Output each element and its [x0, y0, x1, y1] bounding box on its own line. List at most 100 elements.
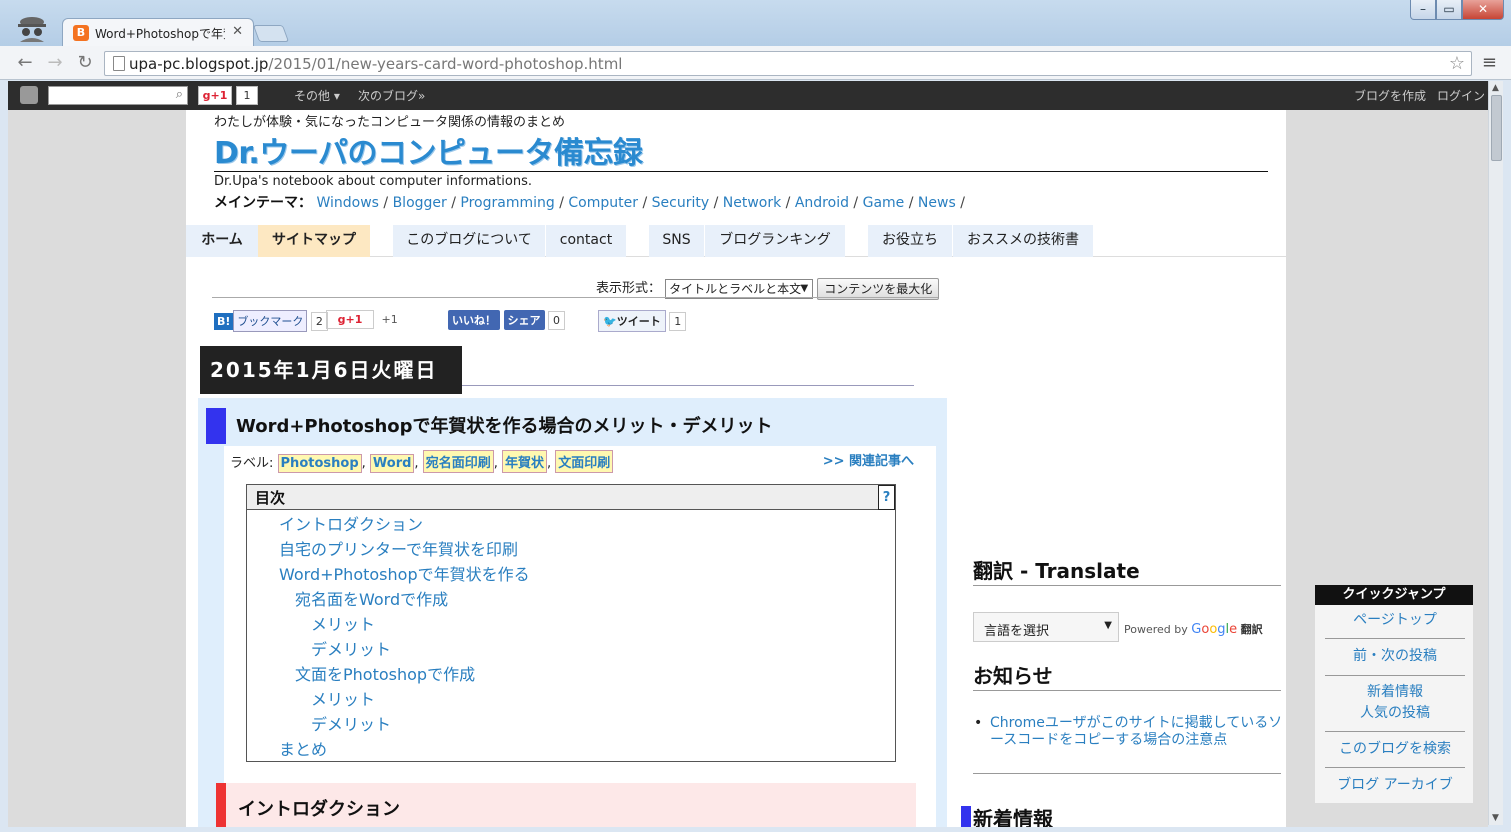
close-window-button[interactable]: ✕ [1462, 0, 1504, 20]
divider [212, 297, 938, 298]
blog-content: わたしが体験・気になったコンピュータ関係の情報のまとめ Dr.ウーパのコンピュー… [186, 110, 1286, 827]
theme-link[interactable]: Game [863, 195, 905, 211]
hatena-bookmark[interactable]: B! ブックマーク 2 [214, 310, 328, 332]
share-count: 0 [548, 311, 565, 330]
toc-item[interactable]: メリット [311, 611, 375, 635]
toc-item[interactable]: デメリット [311, 711, 391, 735]
gplus-share-count: +1 [381, 313, 398, 326]
toc-item[interactable]: 宛名面をWordで作成 [295, 586, 448, 610]
tab-home[interactable]: ホーム [186, 225, 258, 257]
toc-title: 目次 [247, 485, 895, 510]
label-link[interactable]: Photoshop [277, 454, 362, 473]
heading-accent-bar [961, 806, 971, 827]
blogger-logo-icon[interactable] [20, 86, 38, 104]
back-arrow-icon[interactable]: ← [14, 52, 36, 73]
label-link[interactable]: 年賀状 [501, 450, 547, 473]
section-heading-intro: イントロダクション [216, 783, 916, 827]
bullet-icon: • [974, 715, 983, 731]
display-format-select[interactable]: タイトルとラベルと本文 ▼ [665, 278, 814, 299]
facebook-like[interactable]: いいね！ シェア 0 [448, 310, 565, 330]
page-viewport: わたしが体験・気になったコンピュータ関係の情報のまとめ Dr.ウーパのコンピュー… [8, 110, 1488, 827]
menu-icon[interactable]: ≡ [1482, 52, 1497, 73]
close-tab-icon[interactable]: ✕ [232, 24, 243, 39]
theme-link[interactable]: Blogger [393, 195, 447, 211]
tab-about[interactable]: このブログについて [393, 225, 545, 257]
tweet-button[interactable]: 🐦ツイート 1 [598, 310, 687, 332]
sidebar: 翻訳 - Translate 言語を選択 ▼ Powered by Google … [961, 110, 1286, 827]
language-select[interactable]: 言語を選択 ▼ [973, 612, 1119, 642]
tab-title: Word+Photoshopで年賀 [95, 27, 225, 41]
forward-arrow-icon[interactable]: → [44, 52, 66, 73]
blog-title[interactable]: Dr.ウーパのコンピュータ備忘録 [214, 128, 643, 172]
bookmark-star-icon[interactable]: ☆ [1449, 53, 1465, 74]
theme-link[interactable]: Network [723, 195, 781, 211]
scroll-down-icon[interactable]: ▼ [1492, 813, 1499, 823]
heading-accent-bar [216, 783, 226, 827]
post-labels: ラベル: Photoshop, Word, 宛名面印刷, 年賀状, 文面印刷 [230, 450, 614, 473]
reload-icon[interactable]: ↻ [74, 52, 96, 73]
theme-link[interactable]: Computer [568, 195, 638, 211]
quick-jump-title: クイックジャンプ [1315, 585, 1473, 605]
toc-item[interactable]: デメリット [311, 636, 391, 660]
main-themes: メインテーマ： Windows / Blogger / Programming … [214, 195, 965, 211]
related-articles-link[interactable]: >> 関連記事へ [823, 450, 914, 469]
vertical-scrollbar[interactable]: ▲ ▼ [1488, 81, 1503, 825]
theme-link[interactable]: Security [652, 195, 710, 211]
toc-item[interactable]: まとめ [279, 736, 327, 760]
browser-tab[interactable]: B Word+Photoshopで年賀 ✕ [62, 18, 254, 46]
dropdown-arrow-icon: ▼ [800, 282, 809, 294]
minimize-button[interactable]: – [1410, 0, 1436, 20]
new-tab-button[interactable] [252, 25, 290, 42]
label-link[interactable]: Word [369, 454, 415, 473]
maximize-button[interactable]: ▭ [1436, 0, 1462, 20]
create-blog-link[interactable]: ブログを作成 [1354, 87, 1426, 104]
post-container: Word+Photoshopで年賀状を作る場合のメリット・デメリット ラベル: … [198, 398, 947, 827]
tab-ranking[interactable]: ブログランキング [705, 225, 845, 257]
date-underline [462, 385, 914, 386]
toc-item[interactable]: 自宅のプリンターで年賀状を印刷 [279, 536, 518, 560]
next-blog-link[interactable]: 次のブログ» [358, 87, 425, 104]
scrollbar-thumb[interactable] [1491, 95, 1502, 161]
blog-description: Dr.Upa's notebook about computer informa… [214, 174, 533, 189]
tab-sns[interactable]: SNS [649, 225, 704, 257]
post-title[interactable]: Word+Photoshopで年賀状を作る場合のメリット・デメリット [236, 412, 936, 438]
prev-next-post-link[interactable]: 前・次の投稿 [1325, 646, 1465, 666]
login-link[interactable]: ログイン [1437, 87, 1485, 104]
browser-toolbar: ← → ↻ upa-pc.blogspot.jp/2015/01/new-yea… [0, 46, 1511, 80]
tab-sitemap[interactable]: サイトマップ [258, 225, 370, 257]
blog-search-input[interactable]: ⌕ [48, 86, 188, 105]
theme-link[interactable]: Windows [316, 195, 379, 211]
gplus-button[interactable]: g+1 [198, 86, 232, 105]
toc-item[interactable]: 文面をPhotoshopで作成 [295, 661, 475, 685]
notice-link[interactable]: • Chromeユーザがこのサイトに掲載しているソースコードをコピーする場合の注意… [974, 715, 1290, 749]
tab-useful[interactable]: お役立ち [868, 225, 952, 257]
toc-item[interactable]: イントロダクション [279, 511, 423, 535]
toc-item[interactable]: Word+Photoshopで年賀状を作る [279, 561, 530, 585]
scroll-up-icon[interactable]: ▲ [1492, 83, 1499, 93]
theme-link[interactable]: Programming [460, 195, 554, 211]
page-icon [113, 56, 125, 71]
search-icon[interactable]: ⌕ [176, 87, 183, 102]
title-accent-bar [206, 408, 226, 444]
gplus-share[interactable]: g+1 +1 [326, 310, 398, 330]
theme-link[interactable]: Android [795, 195, 849, 211]
blogger-favicon: B [73, 25, 89, 41]
address-bar[interactable]: upa-pc.blogspot.jp/2015/01/new-years-car… [104, 51, 1472, 76]
more-menu[interactable]: その他 ▾ [294, 87, 340, 104]
label-link[interactable]: 文面印刷 [555, 450, 614, 473]
theme-link[interactable]: News [918, 195, 956, 211]
blogger-navbar: ⌕ g+1 1 その他 ▾ 次のブログ» ブログを作成 ログイン [8, 81, 1488, 110]
blog-archive-link[interactable]: ブログ アーカイブ [1325, 775, 1465, 795]
tab-contact[interactable]: contact [546, 225, 626, 257]
url-text: upa-pc.blogspot.jp/2015/01/new-years-car… [129, 55, 623, 73]
facebook-share[interactable]: シェア [503, 310, 545, 330]
label-link[interactable]: 宛名面印刷 [422, 450, 494, 473]
toc-help-button[interactable]: ? [878, 485, 895, 510]
popular-posts-link[interactable]: 人気の投稿 [1325, 703, 1465, 723]
page-top-link[interactable]: ページトップ [1325, 610, 1465, 630]
new-info-heading: 新着情報 [973, 807, 1053, 827]
new-info-link[interactable]: 新着情報 [1325, 682, 1465, 702]
toc-item[interactable]: メリット [311, 686, 375, 710]
post-body: ラベル: Photoshop, Word, 宛名面印刷, 年賀状, 文面印刷 >… [224, 446, 936, 827]
blog-search-link[interactable]: このブログを検索 [1325, 739, 1465, 759]
